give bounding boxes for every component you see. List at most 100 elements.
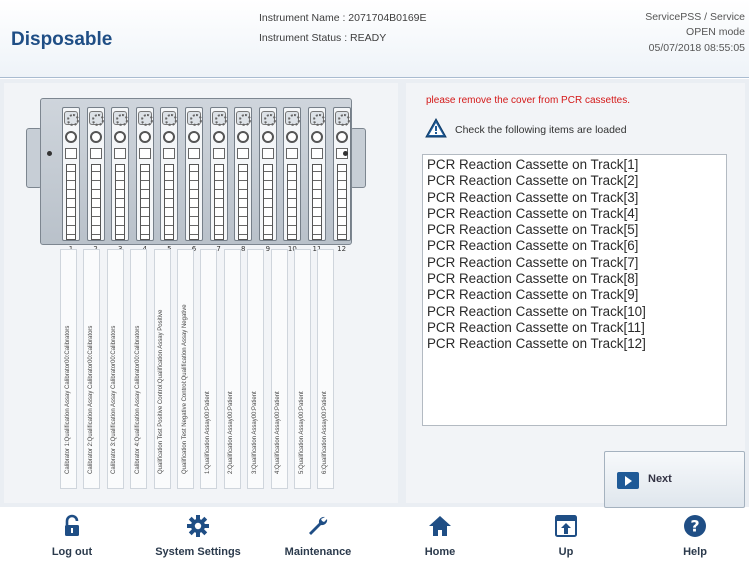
home-icon: [429, 516, 451, 536]
main-area: 123456789101112 Calibrator 1:Qualificati…: [0, 79, 749, 507]
list-item: PCR Reaction Cassette on Track[6]: [427, 238, 639, 254]
slot-cap: [310, 111, 325, 126]
slot-ring: [114, 131, 127, 143]
slot-sq: [65, 148, 77, 159]
slot-ring: [163, 131, 176, 143]
mode-info: OPEN mode: [686, 26, 745, 38]
up-icon: [555, 515, 577, 537]
list-item: PCR Reaction Cassette on Track[8]: [427, 271, 639, 287]
slot-sq: [114, 148, 127, 159]
checklist-panel: please remove the cover from PCR cassett…: [406, 83, 745, 503]
home-button[interactable]: Home: [410, 508, 470, 562]
slot-wells: [262, 164, 273, 240]
slot-cap: [236, 111, 252, 126]
rack-slot: [135, 107, 154, 241]
slot-sq: [89, 148, 102, 159]
maintenance-label: Maintenance: [284, 546, 352, 558]
list-item: PCR Reaction Cassette on Track[12]: [427, 336, 646, 352]
slot-ring: [89, 131, 102, 143]
system-settings-label: System Settings: [155, 546, 241, 558]
unlock-icon: [65, 514, 79, 536]
rack-label: 3:Qualification Assay00:Patient: [247, 249, 265, 489]
wrench-icon: [309, 516, 328, 535]
slot-wells: [115, 164, 126, 240]
rack-slot: [160, 107, 179, 241]
slot-cap: [162, 111, 178, 126]
rack-label-text: Calibrator 3:Qualification Assay Calibra…: [111, 325, 118, 474]
slot-cap: [211, 111, 227, 126]
rack-label-text: Calibrator 1:Qualification Assay Calibra…: [64, 325, 71, 474]
rack-label-text: 1:Qualification Assay00:Patient: [204, 391, 211, 474]
slot-wells: [213, 164, 224, 240]
list-item: PCR Reaction Cassette on Track[1]: [427, 157, 639, 172]
slot-sq: [212, 148, 225, 159]
slot-ring: [261, 131, 274, 143]
rack-label: Calibrator 2:Qualification Assay Calibra…: [83, 249, 101, 489]
user-info: ServicePSS / Service: [645, 11, 745, 23]
slot-wells: [189, 164, 199, 240]
list-item: PCR Reaction Cassette on Track[5]: [427, 222, 639, 238]
slot-sq: [261, 148, 274, 159]
slot-wells: [336, 164, 347, 240]
checklist-box[interactable]: PCR Reaction Cassette on Track[1] PCR Rea…: [422, 154, 727, 426]
rack-label: Qualification Test Negative Control:Qual…: [177, 249, 194, 489]
help-button[interactable]: ? Help: [665, 508, 725, 562]
rack-label: Calibrator 3:Qualification Assay Calibra…: [106, 249, 124, 489]
slot-cap: [260, 111, 276, 126]
header-bar: Disposable Instrument Name : 2071704B016…: [0, 0, 749, 78]
rack-label: 6:Qualification Assay00:Patient: [317, 249, 335, 489]
slot-wells: [312, 164, 322, 240]
cassette-panel: 123456789101112 Calibrator 1:Qualificati…: [4, 83, 398, 503]
slot-ring: [286, 131, 299, 143]
rack-screw: [343, 151, 348, 156]
rack-slot: [258, 107, 277, 241]
slot-cap: [88, 111, 104, 126]
rack-label: Calibrator 1:Qualification Assay Calibra…: [60, 249, 77, 489]
rack-label: 5:Qualification Assay00:Patient: [294, 249, 311, 489]
rack-slot: [283, 107, 302, 241]
rack-slot: [308, 107, 326, 241]
logout-button[interactable]: Log out: [34, 508, 110, 562]
slot-cap: [113, 111, 129, 126]
rack-label-text: Qualification Test Positive Control:Qual…: [158, 309, 165, 474]
warning-icon: [425, 118, 447, 138]
slot-sq: [311, 148, 323, 159]
rack-ear-right: [350, 128, 366, 188]
maintenance-button[interactable]: Maintenance: [268, 508, 368, 562]
page-title: Disposable: [11, 29, 113, 50]
rack-slot: [332, 107, 351, 241]
up-button[interactable]: Up: [541, 508, 591, 562]
rack-slot: [62, 107, 80, 241]
instrument-name: Instrument Name : 2071704B0169E: [259, 12, 427, 24]
footer-bar: Log out System Settings Maintenance Home: [0, 508, 749, 562]
svg-text:?: ?: [690, 517, 699, 536]
slot-sq: [237, 148, 250, 159]
slot-cap: [334, 111, 350, 126]
slot-sq: [286, 148, 299, 159]
next-arrow-icon: [617, 472, 639, 489]
next-button-label: Next: [648, 473, 672, 485]
rack-slot: [86, 107, 105, 241]
slot-wells: [287, 164, 298, 240]
rack-slot: [185, 107, 203, 241]
slot-cap: [64, 111, 79, 126]
rack-label-text: 2:Qualification Assay00:Patient: [228, 391, 235, 474]
slot-ring: [65, 131, 77, 143]
home-label: Home: [424, 546, 456, 558]
rack-label: 2:Qualification Assay00:Patient: [223, 249, 241, 489]
rack-label: Qualification Test Positive Control:Qual…: [153, 249, 171, 489]
list-item: PCR Reaction Cassette on Track[2]: [427, 173, 639, 189]
rack-label: 1:Qualification Assay00:Patient: [200, 249, 218, 489]
system-settings-button[interactable]: System Settings: [136, 508, 260, 562]
instrument-status: Instrument Status : READY: [259, 32, 387, 44]
rack-slot: [209, 107, 228, 241]
next-button[interactable]: Next: [604, 451, 745, 508]
rack-label-text: 3:Qualification Assay00:Patient: [251, 391, 258, 474]
check-instruction-text: Check the following items are loaded: [455, 124, 627, 136]
datetime: 05/07/2018 08:55:05: [648, 42, 745, 54]
list-item: PCR Reaction Cassette on Track[3]: [427, 189, 639, 205]
rack-label-text: 4:Qualification Assay00:Patient: [275, 391, 282, 474]
gear-icon: [187, 515, 209, 537]
warning-message: please remove the cover from PCR cassett…: [426, 95, 630, 106]
rack-label: 4:Qualification Assay00:Patient: [270, 249, 288, 489]
